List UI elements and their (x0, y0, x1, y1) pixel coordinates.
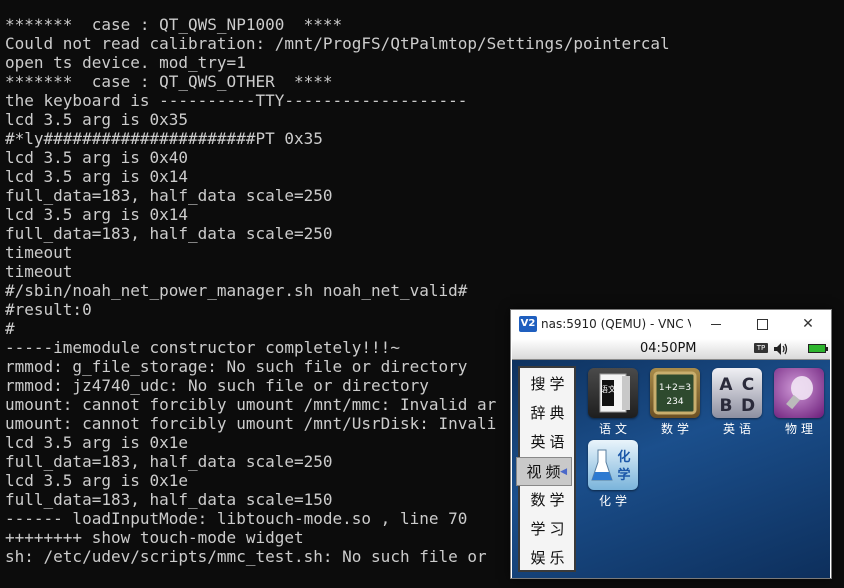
terminal-line: open ts device. mod_try=1 (5, 53, 246, 72)
menu-item-shuxue[interactable]: 数学 (522, 486, 574, 515)
terminal-line: full_data=183, half_data scale=250 (5, 224, 333, 243)
terminal-line: #/sbin/noah_net_power_manager.sh noah_ne… (5, 281, 468, 300)
terminal-line: lcd 3.5 arg is 0x40 (5, 148, 189, 167)
chinese-book-icon: 语文 (588, 368, 638, 418)
minimize-icon (711, 323, 721, 325)
vnc-app-icon: V2 (519, 316, 537, 332)
terminal-line: timeout (5, 262, 73, 281)
device-screen[interactable]: 04:50PM TP 搜学 辞典 英语 视频 ◀ 数学 学习 娱乐 语文 语文 … (512, 339, 830, 578)
svg-text:1+2=3: 1+2=3 (659, 383, 691, 393)
minimize-button[interactable] (693, 310, 739, 339)
svg-text:C: C (742, 375, 754, 395)
terminal-line: lcd 3.5 arg is 0x14 (5, 167, 189, 186)
menu-item-yingyu[interactable]: 英语 (522, 428, 574, 457)
terminal-line: timeout (5, 243, 73, 262)
terminal-line: Could not read calibration: /mnt/ProgFS/… (5, 34, 670, 53)
app-shuxue[interactable]: 1+2=3 234 数学 (647, 368, 703, 438)
category-menu: 搜学 辞典 英语 视频 ◀ 数学 学习 娱乐 (516, 366, 576, 573)
terminal-line: full_data=183, half_data scale=250 (5, 186, 333, 205)
svg-text:A: A (719, 375, 733, 395)
menu-item-yule[interactable]: 娱乐 (522, 544, 574, 573)
app-huaxue[interactable]: 化 学 化学 (585, 440, 641, 510)
app-label: 物理 (784, 422, 817, 436)
selected-arrow-icon: ◀ (560, 467, 567, 477)
terminal-line: lcd 3.5 arg is 0x14 (5, 205, 189, 224)
app-glyph: 语文 (600, 384, 616, 394)
battery-icon (808, 344, 828, 353)
svg-text:234: 234 (666, 397, 683, 407)
terminal-line: the keyboard is ----------TTY-----------… (5, 91, 468, 110)
app-label: 数学 (660, 422, 693, 436)
svg-text:B: B (720, 396, 733, 416)
svg-text:D: D (741, 396, 755, 416)
maximize-button[interactable] (739, 310, 785, 339)
app-wuli[interactable]: 物理 (771, 368, 827, 438)
app-yuwen[interactable]: 语文 语文 (585, 368, 641, 438)
menu-item-xuexi[interactable]: 学习 (522, 515, 574, 544)
maximize-icon (756, 318, 768, 330)
menu-item-shipin[interactable]: 视频 ◀ (516, 457, 572, 486)
math-chalkboard-icon: 1+2=3 234 (650, 368, 700, 418)
clock: 04:50PM (640, 341, 697, 356)
app-yingyu[interactable]: A C B D 英语 (709, 368, 765, 438)
close-icon: ✕ (802, 316, 814, 332)
terminal-line: lcd 3.5 arg is 0x35 (5, 110, 189, 129)
window-title: nas:5910 (QEMU) - VNC Vi... (541, 317, 691, 331)
svg-text:化: 化 (617, 449, 630, 465)
window-titlebar[interactable]: V2 nas:5910 (QEMU) - VNC Vi... ✕ (511, 310, 831, 339)
app-label: 语文 (598, 422, 631, 436)
tp-badge-icon: TP (754, 343, 768, 353)
vnc-viewer-window[interactable]: V2 nas:5910 (QEMU) - VNC Vi... ✕ 04:50PM… (510, 309, 832, 579)
speaker-icon (774, 343, 788, 355)
menu-item-soxue[interactable]: 搜学 (522, 370, 574, 399)
terminal-line: #*ly######################PT 0x35 (5, 129, 323, 148)
close-button[interactable]: ✕ (785, 310, 831, 339)
chemistry-flask-icon: 化 学 (588, 440, 638, 490)
terminal-line: ******* case : QT_QWS_NP1000 **** (5, 15, 343, 34)
abcd-letters-icon: A C B D (712, 368, 762, 418)
svg-text:学: 学 (617, 467, 630, 483)
terminal-line: ******* case : QT_QWS_OTHER **** (5, 72, 333, 91)
app-label: 英语 (722, 422, 755, 436)
lightbulb-icon (774, 368, 824, 418)
device-status-bar: 04:50PM TP (512, 339, 830, 360)
menu-item-cidian[interactable]: 辞典 (522, 399, 574, 428)
app-label: 化学 (598, 494, 631, 508)
